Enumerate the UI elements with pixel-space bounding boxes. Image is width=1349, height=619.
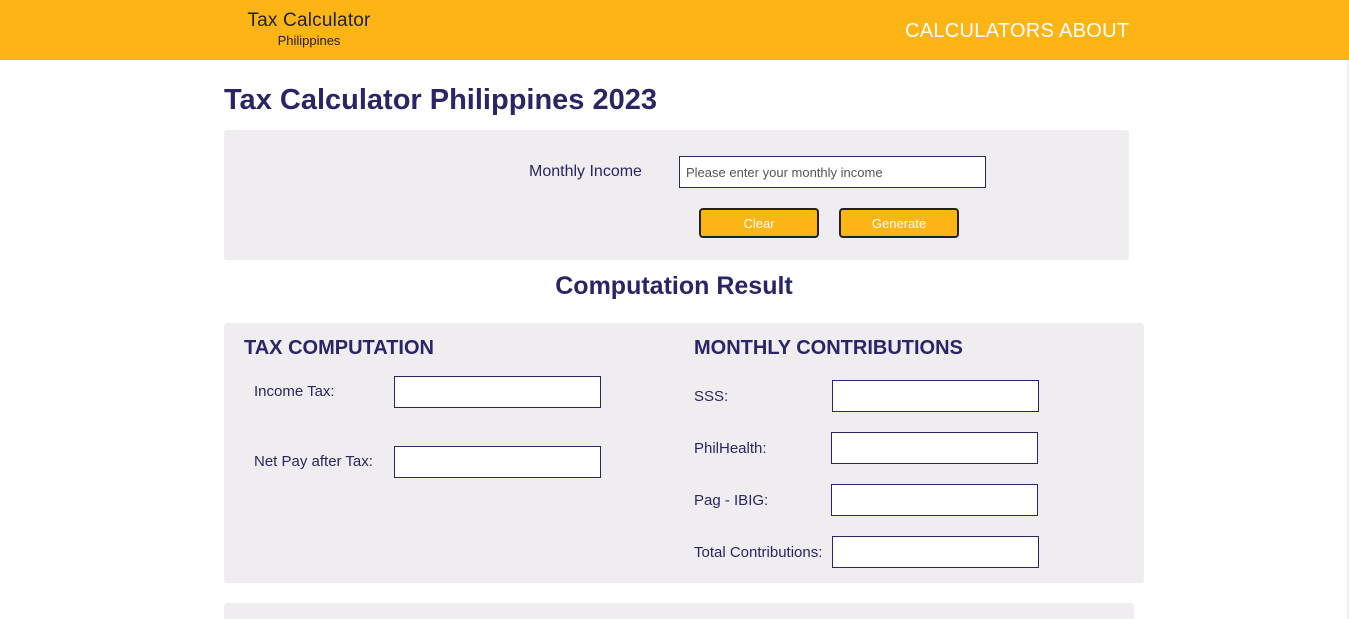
sss-label: SSS: [694,388,729,405]
page: Tax Calculator Philippines CALCULATORS A… [0,0,1349,619]
monthly-income-input[interactable] [679,156,986,188]
total-contributions-label: Total Contributions: [694,544,823,561]
generate-button[interactable]: Generate [839,208,959,238]
total-contributions-output[interactable] [832,536,1039,568]
brand-subtitle: Philippines [277,33,341,48]
nav-calculators-link[interactable]: CALCULATORS [905,20,1054,43]
income-tax-label: Income Tax: [254,383,335,400]
next-section-panel [224,603,1134,619]
income-tax-output[interactable] [394,376,601,408]
pagibig-output[interactable] [831,484,1038,516]
clear-button[interactable]: Clear [699,208,819,238]
brand-title: Tax Calculator [247,10,371,31]
nav-about-link[interactable]: ABOUT [1059,20,1129,43]
computation-result-title: Computation Result [555,272,793,300]
net-pay-output[interactable] [394,446,601,478]
monthly-income-label: Monthly Income [529,163,642,180]
philhealth-output[interactable] [831,432,1038,464]
net-pay-label: Net Pay after Tax: [254,453,373,470]
pagibig-label: Pag - IBIG: [694,492,769,509]
philhealth-label: PhilHealth: [694,440,767,457]
monthly-contributions-heading: MONTHLY CONTRIBUTIONS [694,337,963,359]
brand-logo[interactable]: Tax Calculator Philippines [239,11,379,47]
results-panel: TAX COMPUTATION Income Tax: Net Pay afte… [224,323,1144,583]
sss-output[interactable] [832,380,1039,412]
page-title: Tax Calculator Philippines 2023 [224,84,658,116]
tax-computation-heading: TAX COMPUTATION [244,337,434,359]
top-navbar: Tax Calculator Philippines CALCULATORS A… [0,0,1349,60]
income-input-panel: Monthly Income Clear Generate [224,130,1129,260]
